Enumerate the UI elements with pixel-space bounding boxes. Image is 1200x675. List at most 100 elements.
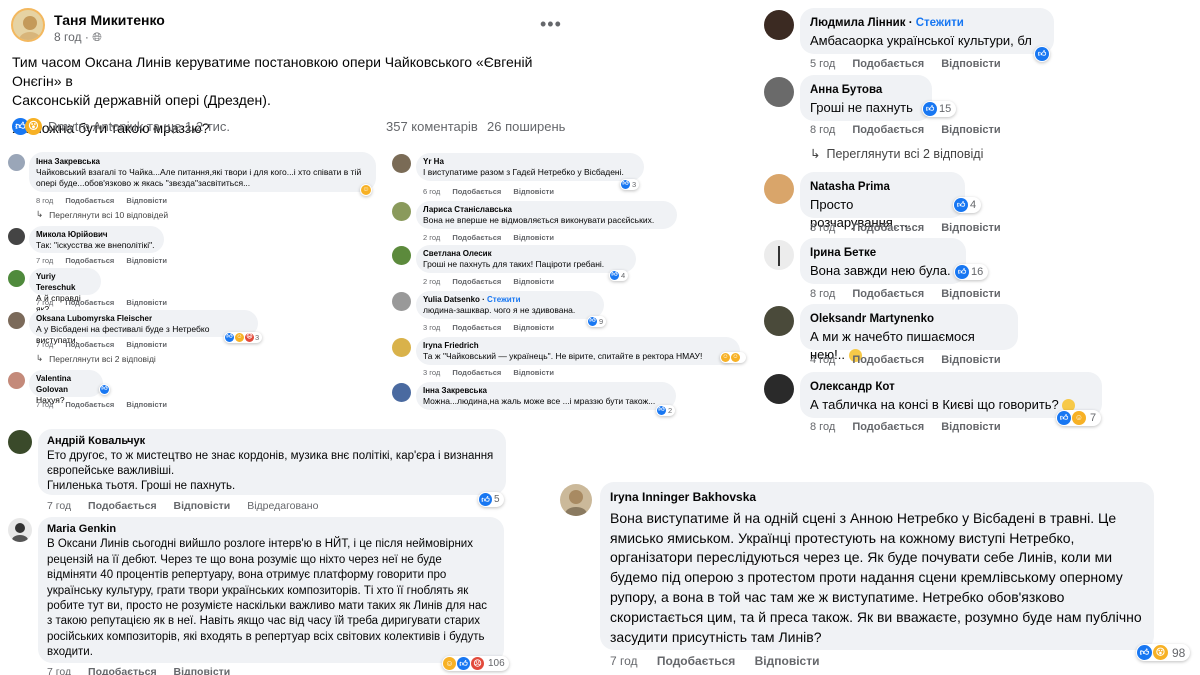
like-link[interactable]: Подобається	[852, 58, 924, 70]
comment-author-name[interactable]: Людмила Лінник	[810, 17, 906, 29]
avatar[interactable]	[764, 240, 794, 270]
reply-link[interactable]: Відповісти	[513, 233, 554, 242]
comment-author[interactable]: Микола Юрійович	[36, 229, 157, 240]
follow-link[interactable]: Стежити	[916, 17, 964, 29]
avatar[interactable]	[8, 312, 25, 329]
comment-author[interactable]: Анна Бутова	[810, 81, 922, 99]
like-link[interactable]: Подобається	[852, 124, 924, 136]
like-link[interactable]: Подобається	[452, 233, 501, 242]
avatar[interactable]	[392, 338, 411, 357]
avatar[interactable]	[764, 374, 794, 404]
avatar[interactable]	[392, 292, 411, 311]
like-link[interactable]: Подобається	[88, 666, 157, 675]
avatar[interactable]	[764, 10, 794, 40]
reaction-badge[interactable]: 👍︎ 4	[953, 197, 982, 213]
avatar[interactable]	[764, 306, 794, 336]
comment-author[interactable]: Yr На	[423, 156, 637, 167]
reply-link[interactable]: Відповісти	[755, 654, 820, 668]
reply-link[interactable]: Відповісти	[174, 500, 231, 512]
more-horizontal-icon[interactable]: •••	[540, 14, 562, 35]
avatar[interactable]	[392, 246, 411, 265]
like-link[interactable]: Подобається	[65, 340, 114, 349]
avatar[interactable]	[8, 154, 25, 171]
post-time[interactable]: 8 год · 🌐︎	[54, 30, 102, 45]
comment-author[interactable]: Андрій Ковальчук	[47, 434, 497, 449]
like-link[interactable]: Подобається	[65, 256, 114, 265]
like-link[interactable]: Подобається	[452, 323, 501, 332]
comment-author-name[interactable]: Yulia Datsenko	[423, 295, 480, 304]
avatar[interactable]	[8, 270, 25, 287]
comments-count[interactable]: 357 коментарів	[386, 119, 478, 134]
comment-author[interactable]: Oksana Lubomyrska Fleischer	[36, 313, 251, 324]
reaction-badge[interactable]: 👍︎ 15	[922, 101, 957, 117]
like-link[interactable]: Подобається	[65, 400, 114, 409]
reaction-badge[interactable]: 👍︎ 😮︎ 98	[1136, 644, 1191, 661]
comment-author[interactable]: Інна Закревська	[423, 385, 669, 396]
avatar[interactable]	[8, 228, 25, 245]
reply-link[interactable]: Відповісти	[941, 58, 1000, 70]
avatar[interactable]	[8, 518, 32, 542]
reply-link[interactable]: Відповісти	[126, 340, 167, 349]
like-link[interactable]: Подобається	[657, 654, 735, 668]
reactions-summary[interactable]: Dmytro Antoniuk та ще 1,2 тис.	[48, 119, 230, 134]
comment-author[interactable]: Iryna Friedrich	[423, 340, 733, 351]
reaction-badge[interactable]: 👍︎	[1034, 46, 1050, 62]
avatar[interactable]	[560, 484, 592, 516]
reply-link[interactable]: Відповісти	[126, 196, 167, 205]
reaction-badge[interactable]: 👍︎ 5	[478, 492, 504, 507]
comment-author[interactable]: Лариса Станіславська	[423, 204, 670, 215]
avatar[interactable]	[764, 174, 794, 204]
comment-author[interactable]: Ірина Бетке	[810, 244, 956, 262]
reply-link[interactable]: Відповісти	[513, 187, 554, 196]
post-author-name[interactable]: Таня Микитенко	[54, 12, 165, 28]
avatar[interactable]	[392, 383, 411, 402]
like-link[interactable]: Подобається	[852, 222, 924, 234]
comment-author[interactable]: Олександр Кот	[810, 378, 1092, 396]
reaction-badge[interactable]: ☺︎ 👍︎ ☹︎ 106	[442, 656, 509, 671]
reply-link[interactable]: Відповісти	[126, 256, 167, 265]
reply-link[interactable]: Відповісти	[941, 288, 1000, 300]
comment-author[interactable]: Yuriy Tereschuk	[36, 271, 94, 293]
reply-link[interactable]: Відповісти	[941, 124, 1000, 136]
comment-author[interactable]: Valentina Golovan	[36, 373, 96, 395]
comment-author[interactable]: Светлана Олесик	[423, 248, 629, 259]
reply-link[interactable]: Відповісти	[941, 421, 1000, 433]
like-link[interactable]: Подобається	[852, 288, 924, 300]
like-link[interactable]: Подобається	[65, 298, 114, 307]
view-replies-link[interactable]: ↳ Переглянути всі 2 відповіді	[36, 353, 156, 364]
comment-author[interactable]: Oleksandr Martynenko	[810, 310, 1008, 328]
comment-author[interactable]: Iryna Inninger Bakhovska	[610, 488, 1144, 508]
comment-author[interactable]: Інна Закревська	[36, 156, 369, 167]
like-link[interactable]: Подобається	[88, 500, 157, 512]
reaction-badge[interactable]: 👍︎ 9	[587, 316, 607, 327]
like-link[interactable]: Подобається	[852, 354, 924, 366]
reply-link[interactable]: Відповісти	[174, 666, 231, 675]
view-replies-link[interactable]: ↳ Переглянути всі 10 відповідей	[36, 209, 168, 220]
like-link[interactable]: Подобається	[65, 196, 114, 205]
avatar[interactable]	[392, 202, 411, 221]
reaction-badge[interactable]: 👍︎ 4	[609, 270, 629, 281]
reply-link[interactable]: Відповісти	[126, 298, 167, 307]
reaction-badge[interactable]: 👍︎ 2	[656, 405, 676, 416]
author-avatar[interactable]	[11, 8, 45, 42]
reply-link[interactable]: Відповісти	[513, 323, 554, 332]
view-replies-link[interactable]: ↳ Переглянути всі 2 відповіді	[810, 146, 983, 162]
like-link[interactable]: Подобається	[452, 187, 501, 196]
reaction-badge[interactable]: ☺︎	[360, 184, 372, 196]
follow-link[interactable]: Стежити	[487, 295, 520, 304]
like-link[interactable]: Подобається	[452, 368, 501, 377]
avatar[interactable]	[8, 430, 32, 454]
comment-author[interactable]: Natasha Prima	[810, 178, 955, 196]
reaction-badge[interactable]: 👍︎ 16	[954, 264, 989, 280]
comment-author[interactable]: Maria Genkin	[47, 522, 495, 537]
reply-link[interactable]: Відповісти	[513, 277, 554, 286]
reaction-badge[interactable]: 👍︎ ☺︎ ☹︎ 3	[224, 332, 263, 343]
reaction-badge[interactable]: 👍︎	[99, 384, 110, 395]
avatar[interactable]	[8, 372, 25, 389]
like-link[interactable]: Подобається	[452, 277, 501, 286]
reply-link[interactable]: Відповісти	[126, 400, 167, 409]
like-link[interactable]: Подобається	[852, 421, 924, 433]
reply-link[interactable]: Відповісти	[941, 354, 1000, 366]
reaction-badge[interactable]: 👍︎ ☺︎ 7	[1056, 410, 1102, 426]
reply-link[interactable]: Відповісти	[513, 368, 554, 377]
